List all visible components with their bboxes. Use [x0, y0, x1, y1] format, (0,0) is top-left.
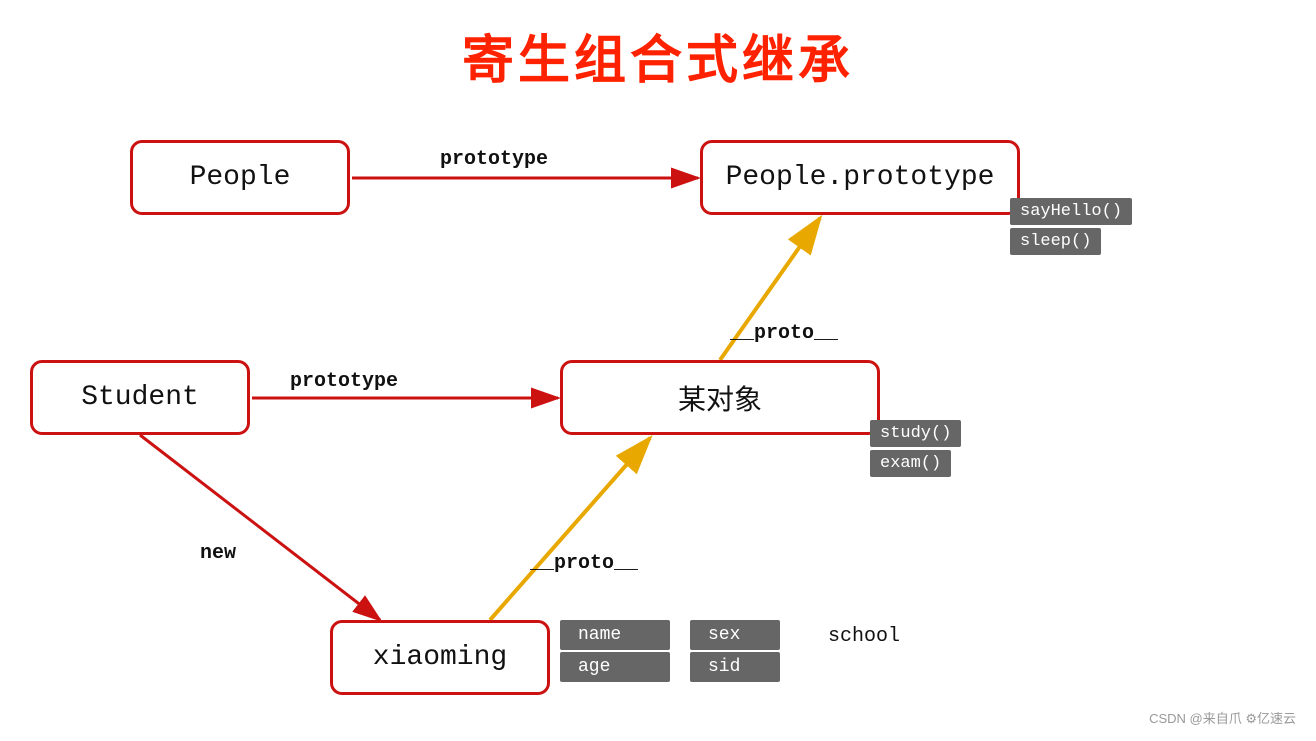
xiaoming-label: xiaoming: [373, 642, 507, 673]
prop-name: name: [560, 620, 670, 650]
prop-school-text: school: [828, 625, 900, 648]
new-label: new: [200, 542, 236, 565]
tag-sayhello: sayHello(): [1010, 198, 1132, 225]
prop-sid: sid: [690, 652, 780, 682]
prop-sex: sex: [690, 620, 780, 650]
box-student: Student: [30, 360, 250, 435]
footer-text: CSDN @来自爪 ⚙亿速云: [1149, 711, 1296, 726]
prototype-mid-label: prototype: [290, 370, 398, 393]
box-people: People: [130, 140, 350, 215]
tag-study: study(): [870, 420, 961, 447]
prop-school: school: [810, 620, 920, 653]
some-object-label: 某对象: [678, 378, 762, 418]
proto-mid-label: __proto__: [530, 552, 638, 575]
box-some-object: 某对象: [560, 360, 880, 435]
prop-sex-text: sex: [708, 625, 740, 645]
sleep-text: sleep(): [1020, 232, 1091, 251]
prop-name-text: name: [578, 625, 621, 645]
prop-sid-text: sid: [708, 657, 740, 677]
sayhello-text: sayHello(): [1020, 202, 1122, 221]
tag-sleep: sleep(): [1010, 228, 1101, 255]
prototype-top-label: prototype: [440, 148, 548, 171]
people-label: People: [190, 162, 291, 193]
prop-age: age: [560, 652, 670, 682]
tag-exam: exam(): [870, 450, 951, 477]
main-title: 寄生组合式继承: [0, 0, 1316, 93]
footer: CSDN @来自爪 ⚙亿速云: [1149, 708, 1296, 727]
student-label: Student: [81, 382, 199, 413]
study-text: study(): [880, 424, 951, 443]
people-prototype-label: People.prototype: [726, 162, 995, 193]
box-xiaoming: xiaoming: [330, 620, 550, 695]
box-people-prototype: People.prototype: [700, 140, 1020, 215]
exam-text: exam(): [880, 454, 941, 473]
proto-top-label: __proto__: [730, 322, 838, 345]
prop-age-text: age: [578, 657, 610, 677]
